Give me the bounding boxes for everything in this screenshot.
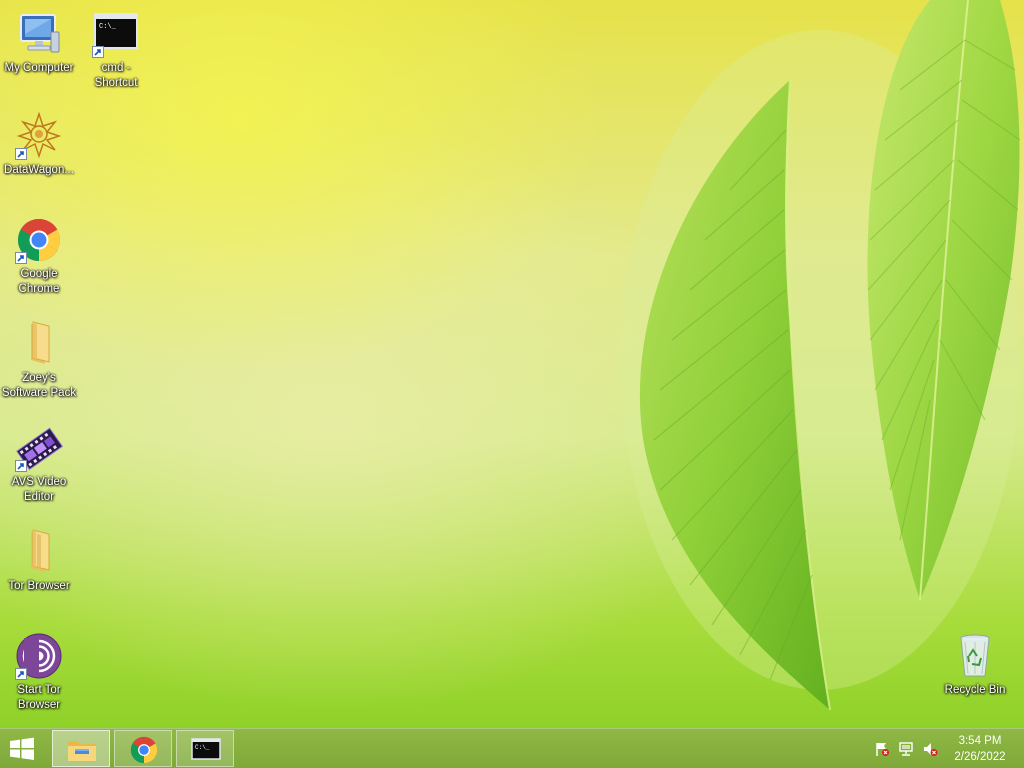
tor-icon <box>15 632 63 680</box>
taskbar-chrome-button[interactable] <box>114 730 172 767</box>
desktop-icon-zoeys-software-pack[interactable]: Zoey's Software Pack <box>0 320 78 401</box>
desktop-icon-recycle-bin[interactable]: Recycle Bin <box>936 632 1014 698</box>
computer-icon <box>15 10 63 58</box>
film-icon <box>15 424 63 472</box>
desktop-icon-label: Zoey's Software Pack <box>1 372 77 399</box>
shortcut-arrow-icon <box>15 668 27 680</box>
svg-text:C:\_: C:\_ <box>99 23 117 31</box>
folder-icon <box>15 320 63 368</box>
desktop-icon-avs-video-editor[interactable]: AVS Video Editor <box>0 424 78 505</box>
desktop-icon-google-chrome[interactable]: Google Chrome <box>0 216 78 297</box>
shortcut-arrow-icon <box>92 46 104 58</box>
chrome-icon <box>130 736 158 764</box>
action-center-flag-icon[interactable] <box>874 741 890 757</box>
shortcut-arrow-icon <box>15 252 27 264</box>
chrome-icon <box>15 216 63 264</box>
svg-text:C:\_: C:\_ <box>195 744 210 751</box>
cmd-icon: C:\_ <box>191 738 221 760</box>
shortcut-arrow-icon <box>15 460 27 472</box>
datawagon-icon <box>15 111 63 160</box>
taskbar-clock[interactable]: 3:54 PM 2/26/2022 <box>948 733 1012 765</box>
shortcut-arrow-icon <box>15 148 27 160</box>
desktop-icon-label: Start Tor Browser <box>17 684 61 711</box>
desktop-icon-label: DataWagon... <box>4 164 74 176</box>
desktop-icon-label: Google Chrome <box>18 268 60 295</box>
taskbar-cmd-button[interactable]: C:\_ <box>176 730 234 767</box>
folder-icon <box>15 528 63 576</box>
desktop-icon-label: Tor Browser <box>8 580 70 592</box>
cmd-icon: C:\_ <box>92 10 140 58</box>
start-button[interactable] <box>6 736 38 762</box>
taskbar-file-explorer-button[interactable] <box>52 730 110 767</box>
desktop-icon-label: cmd - Shortcut <box>94 62 138 89</box>
desktop[interactable]: My Computer C:\_ cmd - Shortcut DataWago… <box>0 0 1024 728</box>
desktop-icon-my-computer[interactable]: My Computer <box>0 10 78 76</box>
windows-logo-icon <box>10 737 34 760</box>
desktop-icon-cmd-shortcut[interactable]: C:\_ cmd - Shortcut <box>77 10 155 91</box>
desktop-icon-tor-browser[interactable]: Tor Browser <box>0 528 78 594</box>
file-explorer-icon <box>68 741 96 761</box>
desktop-icon-label: AVS Video Editor <box>11 476 67 503</box>
desktop-icon-start-tor-browser[interactable]: Start Tor Browser <box>0 632 78 713</box>
taskbar: C:\_ 3:54 PM 2/26/2022 <box>0 728 1024 768</box>
desktop-icon-label: My Computer <box>4 62 74 74</box>
desktop-icon-label: Recycle Bin <box>944 684 1006 696</box>
volume-muted-icon[interactable] <box>922 741 938 757</box>
network-icon[interactable] <box>898 741 914 757</box>
wallpaper-leaves <box>620 0 1021 711</box>
recycle-bin-icon <box>951 632 999 680</box>
clock-date: 2/26/2022 <box>954 751 1006 763</box>
desktop-icon-datawagon[interactable]: DataWagon... <box>0 111 78 178</box>
clock-time: 3:54 PM <box>958 735 1002 747</box>
